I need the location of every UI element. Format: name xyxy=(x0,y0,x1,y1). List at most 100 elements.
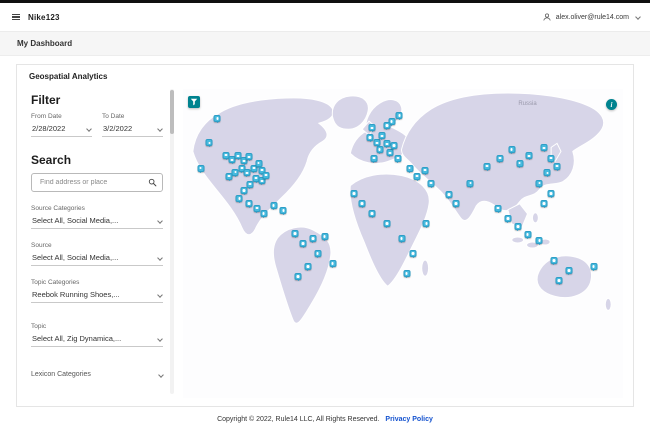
chevron-down-icon xyxy=(86,125,92,132)
map-marker[interactable] xyxy=(205,139,213,148)
map-marker[interactable] xyxy=(370,154,378,163)
map-marker[interactable] xyxy=(535,179,543,188)
map-marker[interactable] xyxy=(535,237,543,246)
map-marker[interactable] xyxy=(304,263,312,272)
map-marker[interactable] xyxy=(524,230,532,239)
user-email: alex.oliver@rule14.com xyxy=(555,13,629,21)
map-marker[interactable] xyxy=(294,273,302,282)
chevron-down-icon xyxy=(635,14,641,20)
field-select[interactable]: Select All, Social Media,... xyxy=(31,214,163,229)
map-marker[interactable] xyxy=(547,189,555,198)
map-marker[interactable] xyxy=(422,219,430,228)
chevron-down-icon xyxy=(157,125,163,132)
lexicon-categories-expander[interactable]: Lexicon Categories xyxy=(31,371,164,378)
map-country-label: Russia xyxy=(518,101,537,108)
select-value: Select All, Social Media,... xyxy=(32,253,119,262)
map-marker[interactable] xyxy=(383,140,391,149)
map-marker[interactable] xyxy=(565,267,573,276)
map-marker[interactable] xyxy=(555,277,563,286)
map-marker[interactable] xyxy=(413,172,421,181)
map-marker[interactable] xyxy=(540,199,548,208)
map-marker[interactable] xyxy=(299,239,307,248)
to-date-select[interactable]: 3/2/2022 xyxy=(102,122,163,137)
map-marker[interactable] xyxy=(496,154,504,163)
map-marker[interactable] xyxy=(525,152,533,161)
map-marker[interactable] xyxy=(262,171,270,180)
map-info-button[interactable]: i xyxy=(606,99,617,110)
map-marker[interactable] xyxy=(398,234,406,243)
map-marker[interactable] xyxy=(240,186,248,195)
map-marker[interactable] xyxy=(445,190,453,199)
map-marker[interactable] xyxy=(279,206,287,215)
map-marker[interactable] xyxy=(255,159,263,168)
map-marker[interactable] xyxy=(406,164,414,173)
map-marker[interactable] xyxy=(409,250,417,259)
map-marker[interactable] xyxy=(231,168,239,177)
map-marker[interactable] xyxy=(394,154,402,163)
map-marker[interactable] xyxy=(514,222,522,231)
map-marker[interactable] xyxy=(395,112,403,121)
user-icon xyxy=(543,13,551,21)
map-marker[interactable] xyxy=(494,204,502,213)
map-marker[interactable] xyxy=(225,172,233,181)
field-select[interactable]: Select All, Social Media,... xyxy=(31,251,163,266)
map-marker[interactable] xyxy=(235,194,243,203)
map-marker[interactable] xyxy=(550,257,558,266)
navbar: Nike123 alex.oliver@rule14.com xyxy=(0,3,650,32)
copyright-text: Copyright © 2022, Rule14 LLC, All Rights… xyxy=(217,416,380,423)
map-marker[interactable] xyxy=(321,233,329,242)
map-marker[interactable] xyxy=(378,132,386,141)
breadcrumb: My Dashboard xyxy=(0,32,650,56)
map-marker[interactable] xyxy=(260,209,268,218)
map-marker[interactable] xyxy=(504,214,512,223)
map-marker[interactable] xyxy=(452,199,460,208)
map-marker[interactable] xyxy=(368,209,376,218)
map-marker[interactable] xyxy=(291,230,299,238)
search-icon xyxy=(148,178,157,187)
privacy-policy-link[interactable]: Privacy Policy xyxy=(385,416,432,423)
map-marker[interactable] xyxy=(309,234,317,243)
map-marker[interactable] xyxy=(246,180,254,189)
map-filter-button[interactable] xyxy=(188,96,200,108)
user-menu[interactable]: alex.oliver@rule14.com xyxy=(542,12,641,22)
map-marker[interactable] xyxy=(553,162,561,171)
map-marker[interactable] xyxy=(376,146,384,155)
map-marker[interactable] xyxy=(466,179,474,188)
field-select[interactable]: Reebok Running Shoes,... xyxy=(31,288,163,303)
filter-scrollbar[interactable] xyxy=(170,89,174,394)
map-marker[interactable] xyxy=(516,159,524,168)
map-marker[interactable] xyxy=(383,122,391,131)
map-marker[interactable] xyxy=(366,134,374,143)
map-marker[interactable] xyxy=(245,153,253,162)
footer: Copyright © 2022, Rule14 LLC, All Rights… xyxy=(0,407,650,423)
map-marker[interactable] xyxy=(358,199,366,208)
map-marker[interactable] xyxy=(427,179,435,188)
map-marker[interactable] xyxy=(543,169,551,178)
map-marker[interactable] xyxy=(383,219,391,228)
map-marker[interactable] xyxy=(590,263,598,272)
from-date-select[interactable]: 2/28/2022 xyxy=(31,122,92,137)
map-marker[interactable] xyxy=(197,164,205,173)
chevron-down-icon xyxy=(157,291,163,298)
map-marker[interactable] xyxy=(243,169,251,178)
field-select[interactable]: Select All, Zig Dynamica,... xyxy=(31,332,163,347)
map-marker[interactable] xyxy=(314,250,322,259)
menu-icon[interactable] xyxy=(10,12,22,23)
map-marker[interactable] xyxy=(540,144,548,153)
map-marker[interactable] xyxy=(213,115,221,124)
filter-heading: Filter xyxy=(31,93,61,107)
map-marker[interactable] xyxy=(390,142,398,151)
map-container[interactable]: Russia i xyxy=(183,89,623,398)
map-marker[interactable] xyxy=(403,270,411,279)
map-marker[interactable] xyxy=(421,166,429,175)
map-marker[interactable] xyxy=(508,146,516,155)
map-marker[interactable] xyxy=(483,162,491,171)
search-button[interactable] xyxy=(147,177,158,188)
map-marker[interactable] xyxy=(368,124,376,133)
map-marker[interactable] xyxy=(245,199,253,208)
map-marker[interactable] xyxy=(350,189,358,198)
search-input[interactable] xyxy=(38,178,147,187)
map-marker[interactable] xyxy=(270,201,278,210)
map-marker[interactable] xyxy=(547,154,555,163)
map-marker[interactable] xyxy=(329,260,337,269)
